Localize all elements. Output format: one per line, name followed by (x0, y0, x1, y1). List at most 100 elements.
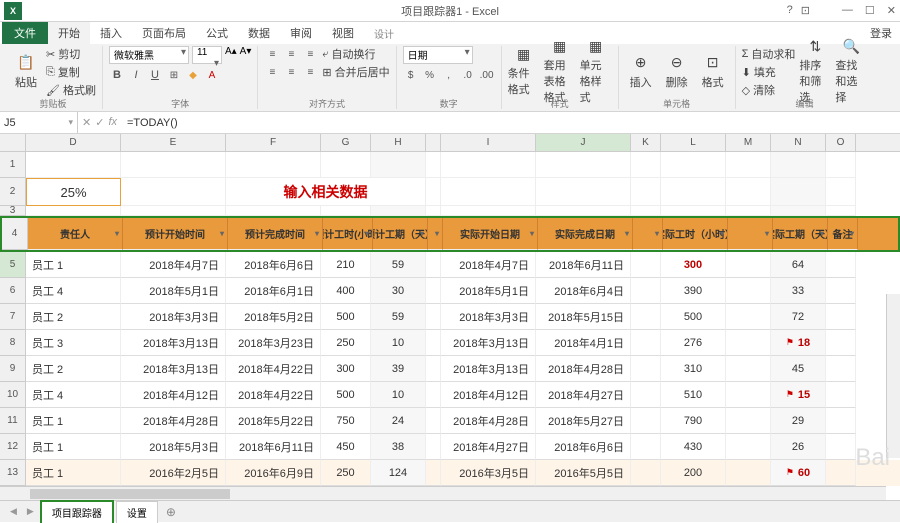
cell[interactable]: 200 (661, 460, 726, 486)
col-header-K[interactable]: K (631, 134, 661, 151)
cell[interactable] (426, 460, 441, 486)
col-header-N[interactable]: N (771, 134, 826, 151)
cell[interactable] (631, 152, 661, 178)
sort-filter-button[interactable]: ⇅排序和筛选 (799, 46, 831, 96)
cell[interactable]: 实际开始日期 (443, 218, 538, 250)
cell[interactable]: 实际工时（小时） (663, 218, 728, 250)
increase-font-icon[interactable]: A▴ (225, 46, 237, 64)
cell[interactable] (826, 460, 856, 486)
cell[interactable]: 790 (661, 408, 726, 434)
col-header-I[interactable]: I (441, 134, 536, 151)
cell[interactable]: 124 (371, 460, 426, 486)
cell[interactable]: 2018年4月27日 (536, 382, 631, 408)
cell[interactable]: 276 (661, 330, 726, 356)
tab-formula[interactable]: 公式 (196, 22, 238, 44)
cell[interactable]: 2016年3月5日 (441, 460, 536, 486)
cell[interactable]: 390 (661, 278, 726, 304)
align-top-icon[interactable]: ≡ (264, 46, 280, 62)
italic-button[interactable]: I (128, 67, 144, 83)
cell[interactable] (631, 178, 661, 206)
cell[interactable]: 员工 2 (26, 356, 121, 382)
tab-nav-prev-icon[interactable]: ◀ (6, 506, 21, 517)
fill-button[interactable]: ⬇ 填充 (742, 64, 796, 80)
cell[interactable] (428, 218, 443, 250)
cell[interactable]: 预计工期（天） (373, 218, 428, 250)
cell[interactable]: 29 (771, 408, 826, 434)
row-header[interactable]: 3 (0, 206, 26, 216)
cell[interactable]: 300 (661, 252, 726, 278)
row-header[interactable]: 6 (0, 278, 26, 304)
cell[interactable] (426, 278, 441, 304)
col-header-H[interactable]: H (371, 134, 426, 151)
row-header[interactable]: 12 (0, 434, 26, 460)
tab-review[interactable]: 审阅 (280, 22, 322, 44)
cell[interactable]: 2018年5月2日 (226, 304, 321, 330)
cell[interactable] (226, 206, 321, 216)
paste-button[interactable]: 📋粘贴 (10, 46, 42, 96)
copy-button[interactable]: ⎘ 复制 (46, 64, 96, 80)
align-right-icon[interactable]: ≡ (302, 64, 318, 80)
autosum-button[interactable]: Σ 自动求和 (742, 46, 796, 62)
cell[interactable] (536, 206, 631, 216)
close-icon[interactable]: ✕ (887, 4, 896, 17)
cell[interactable]: 2018年6月1日 (226, 278, 321, 304)
row-header[interactable]: 5 (0, 252, 26, 278)
cell[interactable]: 员工 3 (26, 330, 121, 356)
cell[interactable]: 500 (321, 304, 371, 330)
cell[interactable] (726, 278, 771, 304)
cell[interactable]: 45 (771, 356, 826, 382)
cell[interactable] (426, 330, 441, 356)
formula-bar[interactable]: =TODAY() (121, 115, 900, 131)
cell[interactable] (631, 206, 661, 216)
cell[interactable] (631, 278, 661, 304)
cell[interactable] (426, 178, 441, 206)
cell[interactable]: 2018年6月11日 (536, 252, 631, 278)
cell[interactable]: 750 (321, 408, 371, 434)
cell[interactable]: ⚑60 (771, 460, 826, 486)
cell[interactable] (826, 206, 856, 216)
select-all-corner[interactable] (0, 134, 26, 151)
cell[interactable]: 450 (321, 434, 371, 460)
cell[interactable] (771, 178, 826, 206)
enter-fx-icon[interactable]: ✓ (95, 116, 104, 129)
cell[interactable] (426, 382, 441, 408)
inc-dec-icon[interactable]: .0 (460, 67, 476, 83)
cell[interactable]: 2018年5月15日 (536, 304, 631, 330)
format-painter-button[interactable]: 🖌 格式刷 (46, 82, 96, 98)
comma-icon[interactable]: , (441, 67, 457, 83)
cell[interactable]: 2018年5月22日 (226, 408, 321, 434)
cell[interactable]: 员工 4 (26, 278, 121, 304)
cell-style-button[interactable]: ▦单元格样式 (580, 46, 612, 96)
tab-view[interactable]: 视图 (322, 22, 364, 44)
cell[interactable]: 2016年2月5日 (121, 460, 226, 486)
cell[interactable] (121, 178, 226, 206)
tab-home[interactable]: 开始 (48, 22, 90, 44)
cell[interactable]: 25% (26, 178, 121, 206)
row-header[interactable]: 13 (0, 460, 26, 486)
cell[interactable]: 2018年4月28日 (441, 408, 536, 434)
cell[interactable] (426, 434, 441, 460)
cell[interactable]: 2018年4月1日 (536, 330, 631, 356)
align-center-icon[interactable]: ≡ (283, 64, 299, 80)
cell[interactable]: 2018年4月28日 (536, 356, 631, 382)
cell[interactable] (726, 408, 771, 434)
cell[interactable]: 2018年3月13日 (441, 356, 536, 382)
cell[interactable]: 30 (371, 278, 426, 304)
align-left-icon[interactable]: ≡ (264, 64, 280, 80)
cell[interactable]: 2016年6月9日 (226, 460, 321, 486)
tab-design[interactable]: 设计 (364, 23, 404, 44)
row-header[interactable]: 9 (0, 356, 26, 382)
cell[interactable]: 员工 1 (26, 408, 121, 434)
cell[interactable]: 2018年3月13日 (121, 330, 226, 356)
cut-button[interactable]: ✂ 剪切 (46, 46, 96, 62)
currency-icon[interactable]: $ (403, 67, 419, 83)
cell[interactable]: 实际完成日期 (538, 218, 633, 250)
cell[interactable]: 员工 1 (26, 460, 121, 486)
cell[interactable]: 2018年5月1日 (441, 278, 536, 304)
tab-nav-next-icon[interactable]: ▶ (23, 506, 38, 517)
cell[interactable] (441, 152, 536, 178)
cell[interactable]: 2018年3月23日 (226, 330, 321, 356)
cell[interactable] (728, 218, 773, 250)
cell[interactable]: 2018年4月7日 (121, 252, 226, 278)
cell[interactable]: 2018年4月28日 (121, 408, 226, 434)
